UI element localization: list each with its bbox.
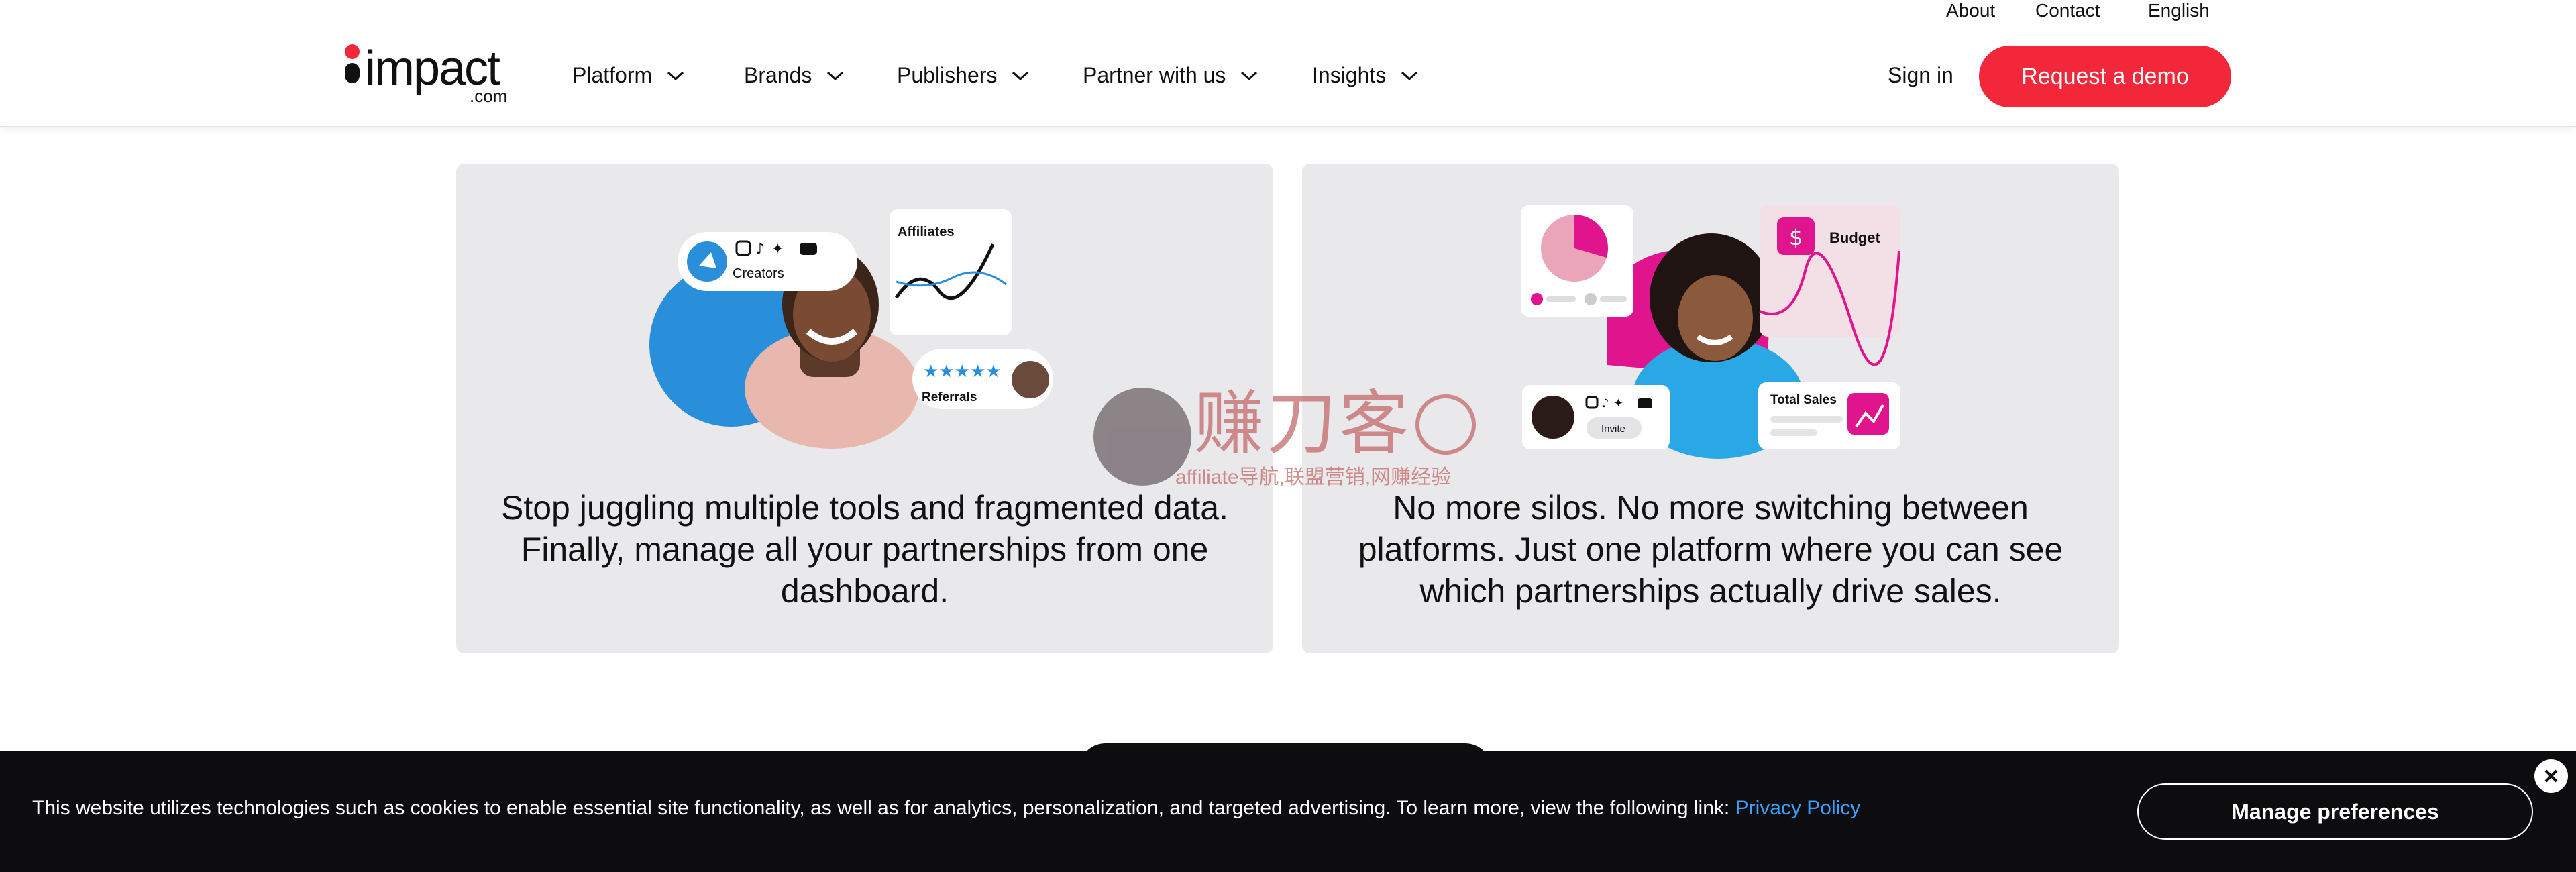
logo-red-dot-icon: [345, 44, 360, 59]
privacy-policy-link[interactable]: Privacy Policy: [1735, 797, 1861, 819]
nav-publishers-label: Publishers: [897, 63, 998, 87]
invite-card: ♪ ✦ Invite: [1522, 385, 1670, 449]
pie-chart-card: [1521, 205, 1633, 317]
site-header: About Contact English impact .com Platfo…: [0, 0, 2576, 127]
nav-brands-label: Brands: [744, 63, 812, 87]
nav-insights-label: Insights: [1312, 63, 1387, 87]
chevron-down-icon: [1012, 71, 1029, 80]
about-link[interactable]: About: [1946, 0, 1995, 21]
language-selector[interactable]: English: [2148, 0, 2210, 21]
nav-platform-label: Platform: [572, 63, 653, 87]
tiktok-icon: ♪: [1601, 396, 1609, 411]
chevron-down-icon: [1401, 71, 1418, 80]
nav-publishers[interactable]: Publishers: [897, 63, 1030, 88]
avatar: [1012, 361, 1049, 398]
total-sales-card: Total Sales: [1758, 382, 1900, 449]
manage-preferences-button[interactable]: Manage preferences: [2137, 783, 2533, 840]
affiliates-chart-card: Affiliates: [890, 209, 1012, 335]
contact-link[interactable]: Contact: [2035, 0, 2100, 21]
feature-card-tools: ♪ ✦ Creators Affiliates ★★★★★ Referrals …: [456, 164, 1273, 653]
impact-logo[interactable]: impact .com: [341, 42, 515, 106]
creators-badge: ♪ ✦ Creators: [678, 232, 857, 291]
budget-label: Budget: [1829, 229, 1880, 246]
creators-label: Creators: [733, 266, 784, 281]
avatar: [1532, 396, 1574, 439]
chevron-down-icon: [667, 71, 684, 80]
logo-domain: .com: [470, 86, 508, 106]
affiliates-label: Affiliates: [898, 225, 954, 239]
nav-brands[interactable]: Brands: [744, 63, 845, 88]
request-demo-button[interactable]: Request a demo: [1979, 46, 2231, 107]
card-description: No more silos. No more switching between…: [1358, 489, 2063, 610]
cookie-banner: This website utilizes technologies such …: [0, 751, 2576, 872]
cookie-message: This website utilizes technologies such …: [32, 797, 1860, 820]
youtube-icon: [1638, 398, 1652, 408]
nav-partner-label: Partner with us: [1083, 63, 1226, 87]
card-description: Stop juggling multiple tools and fragmen…: [500, 489, 1229, 610]
svg-text:$: $: [1789, 225, 1803, 250]
close-icon[interactable]: [2534, 759, 2568, 793]
total-sales-label: Total Sales: [1770, 393, 1837, 407]
chevron-down-icon: [1241, 71, 1258, 80]
partnerships-illustration: ♪ ✦ Creators Affiliates ★★★★★ Referrals: [649, 209, 1053, 449]
nav-insights[interactable]: Insights: [1312, 63, 1419, 88]
referrals-card: ★★★★★ Referrals: [912, 349, 1053, 409]
feature-card-silos: $ Budget ♪ ✦ Invite Total Sales No more …: [1302, 164, 2119, 653]
logo-black-bar-icon: [345, 63, 360, 83]
rating-stars: ★★★★★: [923, 362, 1002, 382]
twitter-icon: ✦: [771, 241, 784, 258]
chevron-down-icon: [827, 71, 844, 80]
chart-trend-icon: [1847, 393, 1889, 435]
sales-illustration: $ Budget ♪ ✦ Invite Total Sales: [1521, 205, 1900, 459]
tiktok-icon: ♪: [755, 241, 765, 258]
youtube-icon: [800, 243, 817, 255]
twitter-icon: ✦: [1613, 396, 1623, 411]
invite-label: Invite: [1601, 423, 1625, 435]
nav-platform[interactable]: Platform: [572, 63, 686, 88]
cookie-text: This website utilizes technologies such …: [32, 797, 1735, 819]
sign-in-link[interactable]: Sign in: [1888, 63, 1953, 88]
nav-partner-with-us[interactable]: Partner with us: [1083, 63, 1259, 88]
referrals-label: Referrals: [922, 390, 977, 404]
budget-card: $ Budget: [1759, 205, 1900, 366]
